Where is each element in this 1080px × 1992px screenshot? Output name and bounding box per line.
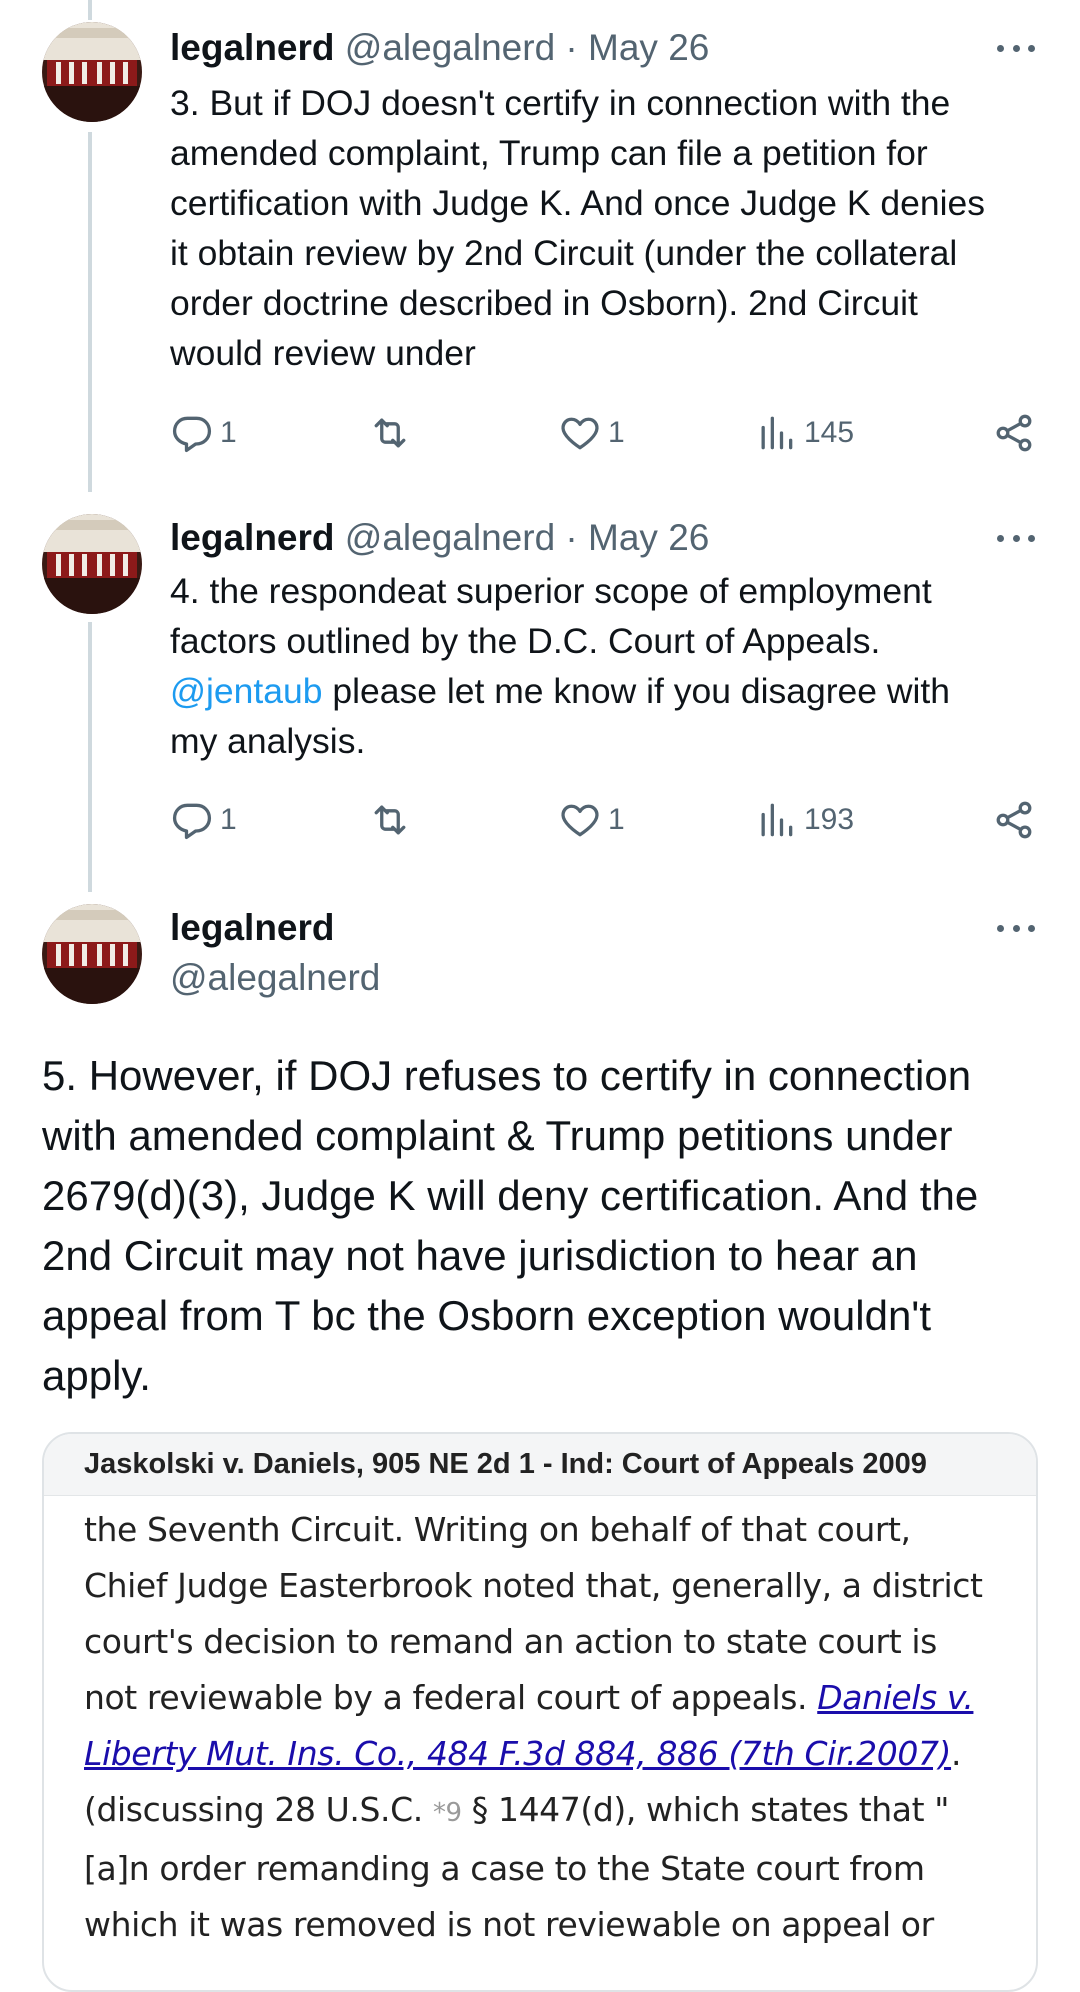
share-button[interactable] [992, 410, 1036, 456]
tweet-header: legalnerd @alegalnerd · May 26 [170, 24, 709, 72]
more-options-icon[interactable] [992, 38, 1040, 58]
excerpt-line: Liberty Mut. Ins. Co., 484 F.3d 884, 886… [84, 1726, 996, 1782]
excerpt-line: not reviewable by a federal court of app… [84, 1670, 996, 1726]
like-button[interactable]: 1 [558, 797, 625, 843]
reply-icon [172, 803, 212, 840]
tweet-actions: 1 1 193 [170, 797, 1040, 843]
tweet-meta[interactable]: @alegalnerd · May 26 [345, 517, 710, 558]
tweet-line: certification with Judge K. And once Jud… [170, 183, 986, 223]
case-excerpt: the Seventh Circuit. Writing on behalf o… [44, 1496, 1036, 1953]
thread-line [88, 0, 92, 20]
views-count: 145 [804, 416, 855, 449]
case-title: Jaskolski v. Daniels, 905 NE 2d 1 - Ind:… [44, 1434, 1036, 1496]
main-tweet-line: with amended complaint & Trump petitions… [42, 1112, 953, 1159]
thread-line [88, 132, 92, 492]
thread-line [88, 622, 92, 892]
reply-icon [172, 416, 212, 453]
like-button[interactable]: 1 [558, 410, 625, 456]
share-button[interactable] [992, 797, 1036, 843]
tweet-line: order doctrine described in Osborn). 2nd… [170, 283, 918, 323]
tweet-text: 4. the respondeat superior scope of empl… [170, 566, 1050, 766]
tweet-line: 4. the respondeat superior scope of empl… [170, 571, 932, 611]
excerpt-text: . [951, 1734, 962, 1773]
reply-button[interactable]: 1 [170, 410, 237, 456]
tweet-header: legalnerd @alegalnerd · May 26 [170, 514, 709, 562]
more-options-icon[interactable] [992, 528, 1040, 548]
user-handle[interactable]: @alegalnerd [170, 954, 380, 1002]
tweet-line: my analysis. [170, 721, 366, 761]
main-tweet-line: 5. However, if DOJ refuses to certify in… [42, 1052, 972, 1099]
tweet-line: amended complaint, Trump can file a peti… [170, 133, 928, 173]
retweet-button[interactable] [368, 797, 418, 843]
like-count: 1 [608, 416, 625, 449]
case-citation-link: Liberty Mut. Ins. Co., 484 F.3d 884, 886… [84, 1734, 952, 1773]
main-tweet-text: 5. However, if DOJ refuses to certify in… [42, 1046, 1052, 1406]
page-marker: *9 [432, 1798, 462, 1828]
retweet-icon [374, 805, 406, 835]
retweet-button[interactable] [368, 410, 418, 456]
avatar-image [42, 22, 142, 122]
main-tweet-line: appeal from T bc the Osborn exception wo… [42, 1292, 931, 1339]
tweet-line: it obtain review by 2nd Circuit (under t… [170, 233, 958, 273]
excerpt-text: not reviewable by a federal court of app… [84, 1678, 818, 1717]
excerpt-line: which it was removed is not reviewable o… [84, 1905, 934, 1944]
tweet-meta[interactable]: @alegalnerd · May 26 [345, 27, 710, 68]
like-count: 1 [608, 803, 625, 836]
reply-count: 1 [220, 803, 237, 836]
excerpt-text: § 1447(d), which states that " [461, 1790, 950, 1829]
share-icon [996, 801, 1032, 839]
tweet-actions: 1 1 145 [170, 410, 1040, 456]
avatar[interactable] [42, 22, 142, 122]
avatar[interactable] [42, 514, 142, 614]
share-icon [996, 414, 1032, 452]
main-tweet-line: apply. [42, 1352, 151, 1399]
excerpt-line: Chief Judge Easterbrook noted that, gene… [84, 1566, 983, 1605]
case-citation-link: Daniels v. [817, 1678, 974, 1717]
more-options-icon[interactable] [992, 918, 1040, 938]
views-button[interactable]: 193 [754, 797, 854, 843]
views-icon [761, 416, 793, 450]
heart-icon [561, 417, 599, 450]
reply-count: 1 [220, 416, 237, 449]
avatar[interactable] [42, 904, 142, 1004]
views-button[interactable]: 145 [754, 410, 854, 456]
tweet-line-text: please let me know if you disagree with [322, 671, 951, 711]
excerpt-line: the Seventh Circuit. Writing on behalf o… [84, 1510, 911, 1549]
display-name[interactable]: legalnerd [170, 27, 335, 68]
tweet-line: @jentaub please let me know if you disag… [170, 666, 1050, 716]
tweet-line: would review under [170, 333, 476, 373]
views-count: 193 [804, 803, 855, 836]
excerpt-line: [a]n order remanding a case to the State… [84, 1849, 925, 1888]
tweet-line: 3. But if DOJ doesn't certify in connect… [170, 83, 951, 123]
excerpt-line: (discussing 28 U.S.C. *9 § 1447(d), whic… [84, 1782, 996, 1841]
main-tweet-line: 2nd Circuit may not have jurisdiction to… [42, 1232, 918, 1279]
retweet-icon [374, 418, 406, 448]
attached-image[interactable]: Jaskolski v. Daniels, 905 NE 2d 1 - Ind:… [42, 1432, 1038, 1992]
tweet-text: 3. But if DOJ doesn't certify in connect… [170, 78, 1050, 378]
avatar-image [42, 904, 142, 1004]
display-name[interactable]: legalnerd [170, 517, 335, 558]
excerpt-line: court's decision to remand an action to … [84, 1622, 937, 1661]
views-icon [761, 803, 793, 837]
mention-link[interactable]: @jentaub [170, 671, 323, 711]
main-tweet-line: 2679(d)(3), Judge K will deny certificat… [42, 1172, 979, 1219]
avatar-image [42, 514, 142, 614]
display-name[interactable]: legalnerd [170, 904, 335, 952]
heart-icon [561, 804, 599, 837]
excerpt-text: (discussing 28 U.S.C. [84, 1790, 433, 1829]
tweet-line: factors outlined by the D.C. Court of Ap… [170, 621, 881, 661]
reply-button[interactable]: 1 [170, 797, 237, 843]
